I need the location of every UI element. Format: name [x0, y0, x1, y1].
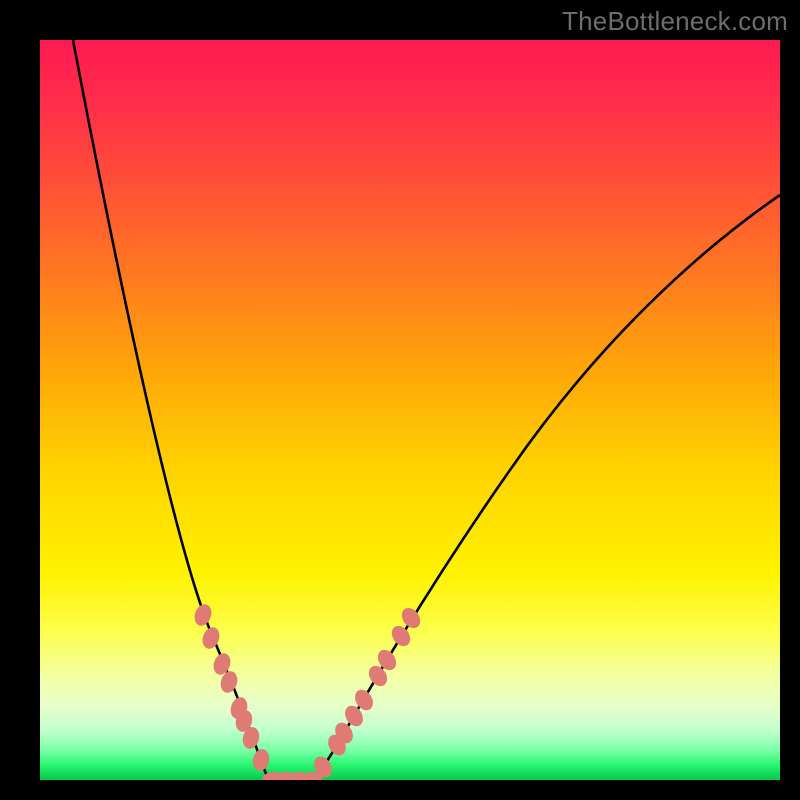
marker-layer: [192, 602, 424, 780]
data-point-marker: [200, 625, 223, 651]
chart-plot-area: [40, 40, 780, 780]
data-point-marker: [192, 602, 215, 628]
left-curve-path: [73, 40, 273, 780]
outer-frame: TheBottleneck.com: [0, 0, 800, 800]
data-point-marker: [251, 748, 271, 773]
right-curve-path: [312, 195, 780, 780]
chart-svg: [40, 40, 780, 780]
watermark-text: TheBottleneck.com: [562, 6, 788, 37]
